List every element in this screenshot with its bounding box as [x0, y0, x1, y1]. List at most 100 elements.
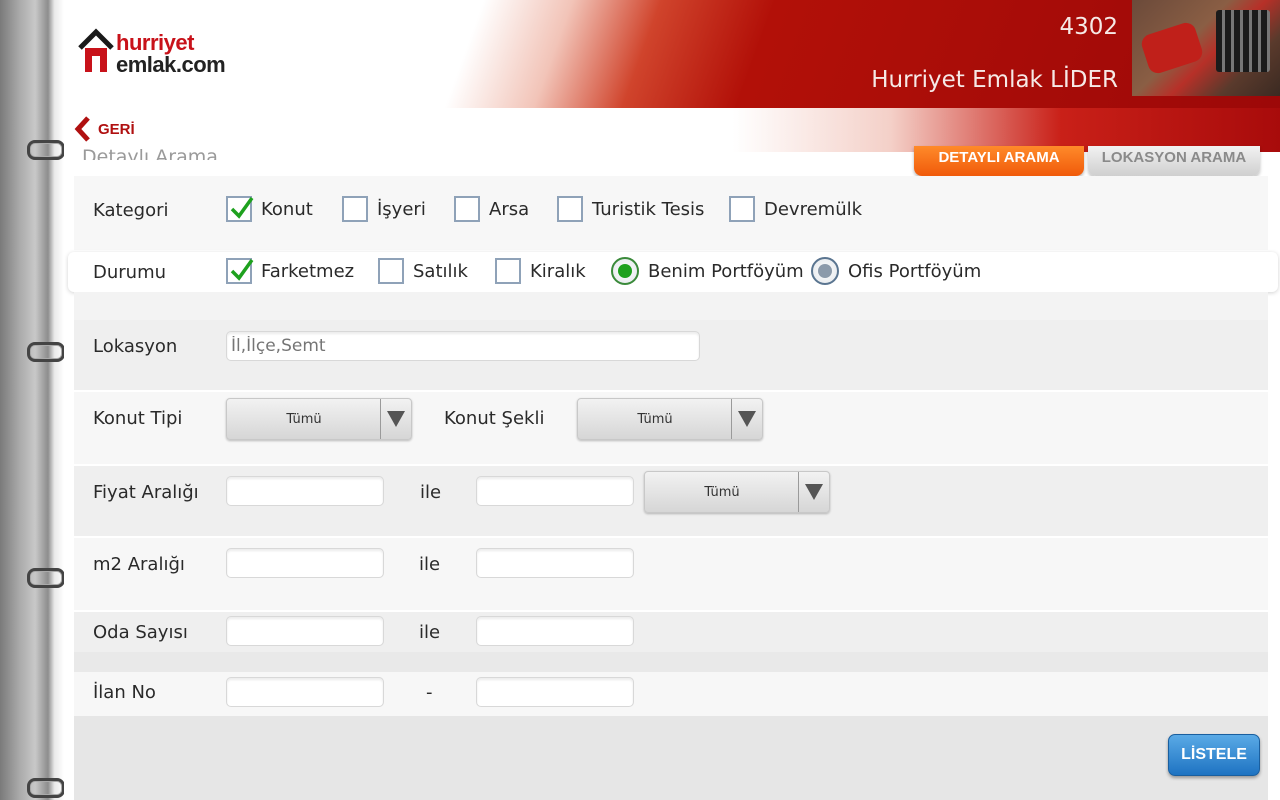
tab-label: LOKASYON ARAMA — [1101, 148, 1247, 166]
user-name: Hurriyet Emlak LİDER — [871, 67, 1118, 93]
oda-label: Oda Sayısı — [93, 622, 188, 643]
check-icon — [230, 258, 254, 281]
check-icon — [230, 196, 254, 219]
checkbox-box — [454, 196, 480, 222]
checkbox-box — [226, 196, 254, 222]
m2-label: m2 Aralığı — [93, 554, 185, 575]
lokasyon-input[interactable] — [226, 331, 700, 361]
row-spacer — [74, 652, 1268, 672]
checkbox-label: Satılık — [413, 260, 468, 282]
radio-label: Ofis Portföyüm — [848, 260, 982, 282]
kategori-label: Kategori — [93, 200, 169, 221]
oda-min-input[interactable] — [226, 616, 384, 646]
durumu-row: Durumu Farketmez Satılık Kiralık Benim P… — [68, 252, 1278, 292]
checkbox-box — [557, 196, 583, 222]
back-button[interactable]: GERİ — [74, 116, 135, 142]
house-logo-icon — [78, 28, 114, 72]
checkbox-label: Kiralık — [530, 260, 586, 282]
tab-lokasyon-arama[interactable]: LOKASYON ARAMA — [1088, 146, 1260, 176]
m2-separator: ile — [419, 554, 441, 575]
ilan-no-from-input[interactable] — [226, 677, 384, 707]
checkbox-label: Devremülk — [764, 198, 863, 220]
chevron-down-icon — [805, 484, 823, 500]
chevron-left-icon — [74, 116, 90, 142]
ofis-portfoyum-radio[interactable]: Ofis Portföyüm — [811, 257, 981, 285]
fiyat-label: Fiyat Aralığı — [93, 482, 199, 503]
konut-tipi-row: Konut Tipi Tümü Konut Şekli Tümü — [74, 392, 1268, 464]
fiyat-separator: ile — [420, 482, 442, 503]
durumu-label: Durumu — [93, 262, 167, 283]
fiyat-max-input[interactable] — [476, 476, 634, 506]
select-value: Tümü — [704, 484, 740, 500]
listing-count: 4302 — [1059, 14, 1118, 40]
fiyat-min-input[interactable] — [226, 476, 384, 506]
binder-spine — [0, 0, 65, 800]
ilan-no-row: İlan No - — [74, 672, 1268, 716]
tab-detayli-arama[interactable]: DETAYLI ARAMA — [914, 146, 1084, 176]
header-photo — [1132, 0, 1280, 96]
select-value: Tümü — [286, 411, 322, 427]
checkbox-box — [495, 258, 521, 284]
radio-circle — [811, 257, 839, 285]
checkbox-label: Turistik Tesis — [592, 198, 705, 220]
binder-ring — [27, 342, 65, 362]
dropdown-arrow — [731, 399, 762, 439]
checkbox-label: Arsa — [489, 198, 530, 220]
tab-label: DETAYLI ARAMA — [938, 148, 1060, 166]
kategori-row: Kategori Konut İşyeri Arsa Turistik Tesi… — [74, 176, 1268, 250]
radio-label: Benim Portföyüm — [648, 260, 804, 282]
m2-max-input[interactable] — [476, 548, 634, 578]
kategori-isyeri-checkbox[interactable]: İşyeri — [342, 196, 426, 222]
dropdown-arrow — [380, 399, 411, 439]
binder-ring — [27, 568, 65, 588]
ilan-no-separator: - — [426, 682, 433, 703]
m2-min-input[interactable] — [226, 548, 384, 578]
back-label: GERİ — [98, 120, 135, 138]
hurriyet-emlak-logo: hurriyet emlak.com — [78, 28, 248, 78]
oda-row: Oda Sayısı ile — [74, 612, 1268, 652]
checkbox-label: İşyeri — [377, 198, 426, 220]
kategori-devremulk-checkbox[interactable]: Devremülk — [729, 196, 862, 222]
select-value: Tümü — [637, 411, 673, 427]
photo-pillow — [1139, 20, 1205, 76]
konut-tipi-select[interactable]: Tümü — [226, 398, 412, 440]
durumu-satilik-checkbox[interactable]: Satılık — [378, 258, 468, 284]
konut-tipi-label: Konut Tipi — [93, 408, 183, 429]
durumu-farketmez-checkbox[interactable]: Farketmez — [226, 258, 354, 284]
konut-sekli-select[interactable]: Tümü — [577, 398, 763, 440]
chevron-down-icon — [387, 411, 405, 427]
app-header: hurriyet emlak.com 4302 Hurriyet Emlak L… — [64, 0, 1280, 152]
binder-ring — [27, 778, 65, 798]
benim-portfoyum-radio[interactable]: Benim Portföyüm — [611, 257, 804, 285]
kategori-turistik-tesis-checkbox[interactable]: Turistik Tesis — [557, 196, 704, 222]
ilan-no-label: İlan No — [93, 682, 156, 703]
page-title: Detaylı Arama — [82, 146, 218, 160]
dropdown-arrow — [798, 472, 829, 512]
lokasyon-row: Lokasyon — [74, 320, 1268, 390]
m2-row: m2 Aralığı ile — [74, 538, 1268, 610]
oda-separator: ile — [419, 622, 441, 643]
kategori-arsa-checkbox[interactable]: Arsa — [454, 196, 529, 222]
checkbox-box — [342, 196, 368, 222]
form-footer — [74, 716, 1268, 800]
lokasyon-label: Lokasyon — [93, 336, 178, 357]
radio-dot — [618, 264, 632, 278]
radio-dot — [818, 264, 832, 278]
oda-max-input[interactable] — [476, 616, 634, 646]
checkbox-label: Farketmez — [261, 260, 355, 282]
currency-select[interactable]: Tümü — [644, 471, 830, 513]
listele-button[interactable]: LİSTELE — [1168, 734, 1260, 776]
chevron-down-icon — [738, 411, 756, 427]
checkbox-box — [729, 196, 755, 222]
radio-circle — [611, 257, 639, 285]
konut-sekli-label: Konut Şekli — [444, 408, 545, 429]
ilan-no-to-input[interactable] — [476, 677, 634, 707]
checkbox-label: Konut — [261, 198, 313, 220]
kategori-konut-checkbox[interactable]: Konut — [226, 196, 313, 222]
photo-accordion — [1216, 10, 1270, 72]
logo-text-emlak: emlak.com — [116, 52, 226, 77]
durumu-kiralik-checkbox[interactable]: Kiralık — [495, 258, 586, 284]
binder-ring — [27, 140, 65, 160]
fiyat-row: Fiyat Aralığı ile Tümü — [74, 466, 1268, 536]
checkbox-box — [378, 258, 404, 284]
